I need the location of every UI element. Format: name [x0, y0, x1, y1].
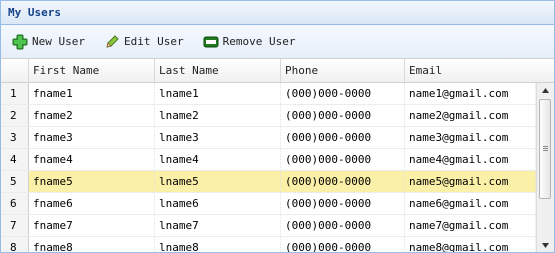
email-cell: name8@gmail.com: [405, 237, 536, 252]
phone-cell: (000)000-0000: [281, 215, 405, 236]
row-number: 4: [1, 149, 29, 170]
scroll-down-arrow[interactable]: [537, 238, 554, 252]
first-name-cell: fname5: [29, 171, 155, 192]
first-name-cell: fname2: [29, 105, 155, 126]
row-number: 1: [1, 83, 29, 104]
new-user-label: New User: [32, 35, 85, 48]
email-cell: name7@gmail.com: [405, 215, 536, 236]
row-number-header: [1, 59, 29, 82]
phone-cell: (000)000-0000: [281, 83, 405, 104]
chevron-up-icon: [542, 87, 549, 93]
table-row[interactable]: 8 fname8 lname8 (000)000-0000 name8@gmail.co…: [1, 237, 536, 252]
last-name-cell: lname4: [155, 149, 281, 170]
first-name-cell: fname6: [29, 193, 155, 214]
row-number: 5: [1, 171, 29, 192]
new-user-button[interactable]: New User: [11, 33, 85, 51]
scroll-thumb[interactable]: [539, 99, 551, 199]
column-header-email[interactable]: Email: [405, 59, 536, 82]
grid-header: First Name Last Name Phone Email: [1, 59, 554, 83]
remove-user-label: Remove User: [222, 35, 296, 48]
first-name-cell: fname4: [29, 149, 155, 170]
table-row[interactable]: 3 fname3 lname3 (000)000-0000 name3@gmail.co…: [1, 127, 536, 149]
table-row[interactable]: 4 fname4 lname4 (000)000-0000 name4@gmail.co…: [1, 149, 536, 171]
row-number: 6: [1, 193, 29, 214]
vertical-scrollbar[interactable]: [536, 83, 554, 252]
last-name-cell: lname5: [155, 171, 281, 192]
pencil-icon: [103, 33, 121, 51]
email-cell: name4@gmail.com: [405, 149, 536, 170]
remove-icon: [202, 33, 220, 51]
scroll-up-arrow[interactable]: [537, 83, 554, 97]
phone-cell: (000)000-0000: [281, 237, 405, 252]
phone-cell: (000)000-0000: [281, 105, 405, 126]
table-row[interactable]: 2 fname2 lname2 (000)000-0000 name2@gmail.co…: [1, 105, 536, 127]
row-number: 2: [1, 105, 29, 126]
email-cell: name5@gmail.com: [405, 171, 536, 192]
row-number: 3: [1, 127, 29, 148]
row-number: 7: [1, 215, 29, 236]
last-name-cell: lname3: [155, 127, 281, 148]
last-name-cell: lname2: [155, 105, 281, 126]
first-name-cell: fname7: [29, 215, 155, 236]
table-row[interactable]: 7 fname7 lname7 (000)000-0000 name7@gmail.co…: [1, 215, 536, 237]
first-name-cell: fname3: [29, 127, 155, 148]
edit-user-label: Edit User: [123, 35, 184, 48]
first-name-cell: fname1: [29, 83, 155, 104]
first-name-cell: fname8: [29, 237, 155, 252]
email-cell: name6@gmail.com: [405, 193, 536, 214]
last-name-cell: lname8: [155, 237, 281, 252]
phone-cell: (000)000-0000: [281, 127, 405, 148]
users-panel: My Users New User Edit User Remove User …: [0, 0, 555, 253]
column-header-first-name[interactable]: First Name: [29, 59, 155, 82]
table-row[interactable]: 1 fname1 lname1 (000)000-0000 name1@gmail.co…: [1, 83, 536, 105]
remove-user-button[interactable]: Remove User: [202, 33, 296, 51]
add-icon: [11, 33, 29, 51]
phone-cell: (000)000-0000: [281, 193, 405, 214]
last-name-cell: lname1: [155, 83, 281, 104]
email-cell: name1@gmail.com: [405, 83, 536, 104]
phone-cell: (000)000-0000: [281, 171, 405, 192]
column-header-last-name[interactable]: Last Name: [155, 59, 281, 82]
email-cell: name3@gmail.com: [405, 127, 536, 148]
edit-user-button[interactable]: Edit User: [103, 33, 184, 51]
last-name-cell: lname6: [155, 193, 281, 214]
panel-title: My Users: [1, 1, 554, 25]
phone-cell: (000)000-0000: [281, 149, 405, 170]
email-cell: name2@gmail.com: [405, 105, 536, 126]
toolbar: New User Edit User Remove User: [1, 25, 554, 59]
column-header-phone[interactable]: Phone: [281, 59, 405, 82]
row-number: 8: [1, 237, 29, 252]
last-name-cell: lname7: [155, 215, 281, 236]
table-row[interactable]: 6 fname6 lname6 (000)000-0000 name6@gmail.co…: [1, 193, 536, 215]
table-row[interactable]: 5 fname5 lname5 (000)000-0000 name5@gmail.co…: [1, 171, 536, 193]
chevron-down-icon: [542, 242, 549, 248]
grid-body: 1 fname1 lname1 (000)000-0000 name1@gmail.co…: [1, 83, 536, 252]
